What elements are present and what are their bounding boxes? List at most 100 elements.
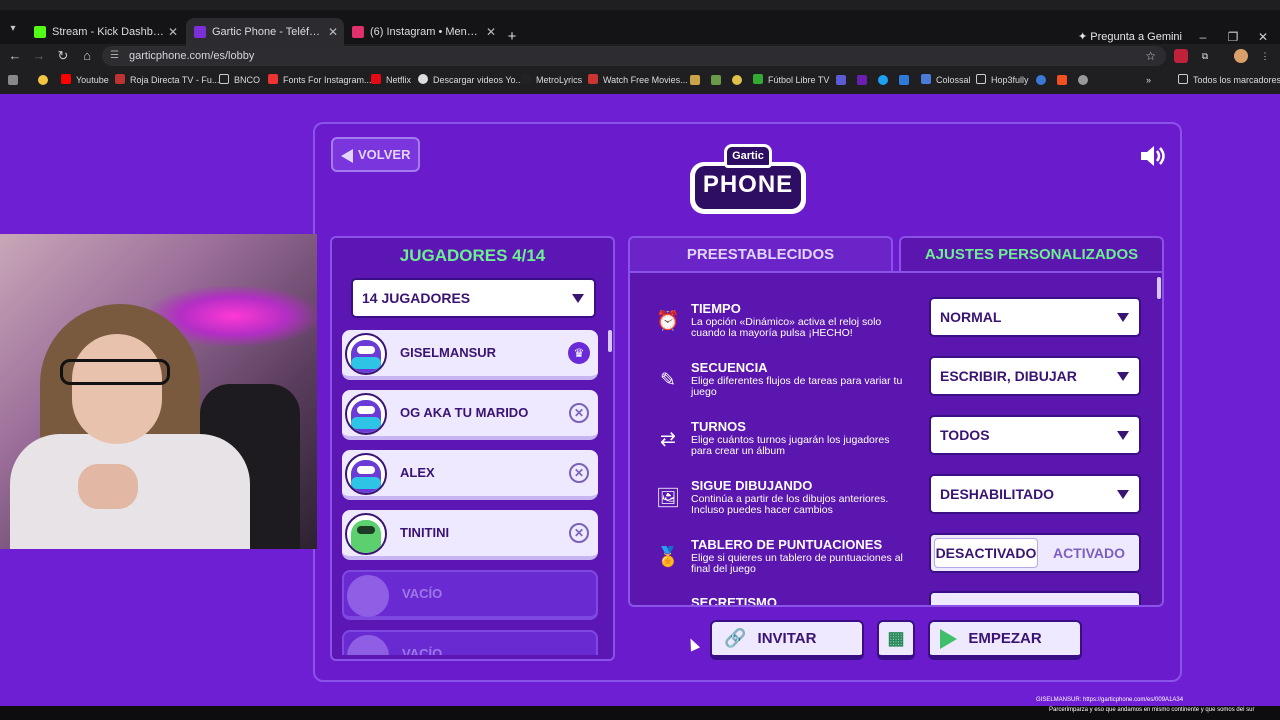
chevron-down-icon bbox=[1117, 313, 1129, 322]
players-panel: JUGADORES 4/14 14 JUGADORES GISELMANSUR … bbox=[330, 236, 615, 661]
browser-chrome: ▾ Stream - Kick Dashboard ✕ Gartic Phone… bbox=[0, 0, 1280, 94]
profile-avatar[interactable] bbox=[1234, 49, 1248, 63]
bookmark-icon[interactable] bbox=[857, 75, 867, 85]
empty-slot: VACÍO bbox=[342, 570, 598, 620]
setting-desc: Elige si quieres un tablero de puntuacio… bbox=[691, 552, 903, 575]
close-tab-icon[interactable]: ✕ bbox=[328, 18, 338, 46]
time-select[interactable]: NORMAL bbox=[929, 297, 1141, 337]
bookmark-watch-movies[interactable]: Watch Free Movies... bbox=[588, 72, 688, 88]
microsoft-icon[interactable] bbox=[1057, 75, 1067, 85]
bookmark-label: Netflix bbox=[386, 75, 412, 85]
gartic-phone-logo: Gartic PHONE bbox=[690, 144, 806, 214]
chevron-down-icon bbox=[1117, 431, 1129, 440]
url-bar[interactable]: ☰ garticphone.com/es/lobby ☆ bbox=[102, 46, 1166, 66]
players-scrollbar[interactable] bbox=[608, 330, 612, 352]
settings-scrollbar[interactable] bbox=[1157, 277, 1161, 299]
logo-top-text: Gartic bbox=[724, 144, 772, 168]
tab-custom-settings[interactable]: AJUSTES PERSONALIZADOS bbox=[899, 236, 1164, 271]
tab-search-icon[interactable]: ▾ bbox=[4, 20, 22, 38]
speaker-icon[interactable] bbox=[1139, 145, 1167, 167]
emoji-bookmark-icon[interactable] bbox=[38, 75, 48, 85]
kick-player-icon[interactable]: ✕ bbox=[569, 463, 589, 483]
bookmark-icon[interactable] bbox=[878, 75, 888, 85]
kick-player-icon[interactable]: ✕ bbox=[569, 523, 589, 543]
bookmark-label: Watch Free Movies... bbox=[603, 75, 688, 85]
tab-presets[interactable]: PREESTABLECIDOS bbox=[628, 236, 893, 271]
kick-player-icon[interactable]: ✕ bbox=[569, 403, 589, 423]
sequence-select[interactable]: ESCRIBIR, DIBUJAR bbox=[929, 356, 1141, 396]
bookmark-bnco[interactable]: BNCO bbox=[219, 72, 260, 88]
bookmark-metrolyrics[interactable]: MetroLyrics bbox=[521, 72, 582, 88]
scoreboard-toggle: DESACTIVADO ACTIVADO bbox=[929, 533, 1141, 573]
forward-icon[interactable]: → bbox=[30, 47, 48, 65]
player-avatar bbox=[345, 513, 387, 555]
player-avatar bbox=[345, 453, 387, 495]
setting-sequence: ✎ SECUENCIA Elige diferentes flujos de t… bbox=[630, 356, 1162, 416]
bookmark-label: Youtube bbox=[76, 75, 109, 85]
menu-icon[interactable]: ⋮ bbox=[1258, 49, 1272, 63]
tab-instagram[interactable]: (6) Instagram • Mensajes ✕ bbox=[344, 18, 502, 46]
keep-drawing-select[interactable]: DESHABILITADO bbox=[929, 474, 1141, 514]
start-button[interactable]: EMPEZAR bbox=[928, 620, 1082, 660]
bookmark-icon[interactable] bbox=[732, 75, 742, 85]
play-icon bbox=[940, 629, 957, 649]
apps-icon[interactable] bbox=[8, 75, 18, 85]
link-icon: 🔗 bbox=[724, 628, 747, 648]
bookmark-colossal[interactable]: Colossal bbox=[921, 72, 971, 88]
tab-kick[interactable]: Stream - Kick Dashboard ✕ bbox=[26, 18, 184, 46]
chevron-down-icon bbox=[1117, 490, 1129, 499]
tab-label: (6) Instagram • Mensajes bbox=[370, 26, 482, 38]
globe-icon[interactable] bbox=[1078, 75, 1088, 85]
setting-secrecy: ◐ SECRETISMO bbox=[630, 591, 1162, 605]
setting-desc: Continúa a partir de los dibujos anterio… bbox=[691, 493, 889, 516]
keep-drawing-value: DESHABILITADO bbox=[940, 486, 1055, 502]
clock-icon: ⏰ bbox=[656, 311, 680, 332]
all-bookmarks[interactable]: Todos los marcadores bbox=[1178, 72, 1280, 88]
player-row: OG AKA TU MARIDO ✕ bbox=[342, 390, 598, 440]
setting-desc: Elige diferentes flujos de tareas para v… bbox=[691, 375, 903, 398]
bookmark-label: BNCO bbox=[234, 75, 261, 85]
toggle-on-option[interactable]: ACTIVADO bbox=[1041, 538, 1137, 568]
bookmark-fonts[interactable]: Fonts For Instagram... bbox=[268, 72, 372, 88]
bookmark-label: Colossal bbox=[936, 75, 971, 85]
player-name: ALEX bbox=[400, 465, 435, 480]
toggle-off-option[interactable]: DESACTIVADO bbox=[934, 538, 1038, 568]
site-info-icon[interactable]: ☰ bbox=[110, 46, 119, 66]
home-icon[interactable]: ⌂ bbox=[78, 47, 96, 65]
bookmark-descargar[interactable]: Descargar videos Yo... bbox=[418, 72, 523, 88]
close-tab-icon[interactable]: ✕ bbox=[168, 18, 178, 46]
bookmark-netflix[interactable]: Netflix bbox=[371, 72, 411, 88]
secrecy-toggle bbox=[929, 591, 1141, 605]
qr-code-button[interactable]: ▦ bbox=[877, 620, 915, 660]
invite-button[interactable]: 🔗 INVITAR bbox=[710, 620, 864, 660]
setting-scoreboard: 🏅 TABLERO DE PUNTUACIONES Elige si quier… bbox=[630, 533, 1162, 593]
bookmark-icon[interactable] bbox=[711, 75, 721, 85]
chat-overlay-line: Parcerimparza y eso que andamos en mismo… bbox=[1049, 707, 1255, 713]
bookmark-youtube[interactable]: Youtube bbox=[61, 72, 109, 88]
bookmark-roja-directa[interactable]: Roja Directa TV - Fu... bbox=[115, 72, 219, 88]
invite-label: INVITAR bbox=[757, 630, 817, 647]
back-icon[interactable]: ← bbox=[6, 47, 24, 65]
bookmark-icon[interactable] bbox=[1036, 75, 1046, 85]
time-value: NORMAL bbox=[940, 309, 1002, 325]
reload-icon[interactable]: ↻ bbox=[54, 47, 72, 65]
turns-select[interactable]: TODOS bbox=[929, 415, 1141, 455]
bookmark-star-icon[interactable]: ☆ bbox=[1145, 46, 1156, 66]
close-tab-icon[interactable]: ✕ bbox=[486, 18, 496, 46]
kick-icon bbox=[34, 26, 46, 38]
max-players-select[interactable]: 14 JUGADORES bbox=[351, 278, 596, 318]
setting-title: TIEMPO bbox=[691, 301, 741, 316]
setting-title: SIGUE DIBUJANDO bbox=[691, 478, 813, 493]
extensions-puzzle-icon[interactable]: ⧉ bbox=[1198, 49, 1212, 63]
back-button[interactable]: VOLVER bbox=[331, 137, 420, 172]
bookmark-icon[interactable] bbox=[836, 75, 846, 85]
tab-gartic[interactable]: Gartic Phone - Teléfono Descon ✕ bbox=[186, 18, 344, 46]
bookmark-icon[interactable] bbox=[690, 75, 700, 85]
bookmark-label: Fútbol Libre TV bbox=[768, 75, 830, 85]
bookmark-hop3fully[interactable]: Hop3fully bbox=[976, 72, 1029, 88]
extension-icon[interactable] bbox=[1174, 49, 1188, 63]
bookmark-futbol-libre[interactable]: Fútbol Libre TV bbox=[753, 72, 829, 88]
more-bookmarks-icon[interactable]: » bbox=[1146, 72, 1151, 88]
bookmark-label: Roja Directa TV - Fu... bbox=[130, 75, 220, 85]
bookmark-icon[interactable] bbox=[899, 75, 909, 85]
